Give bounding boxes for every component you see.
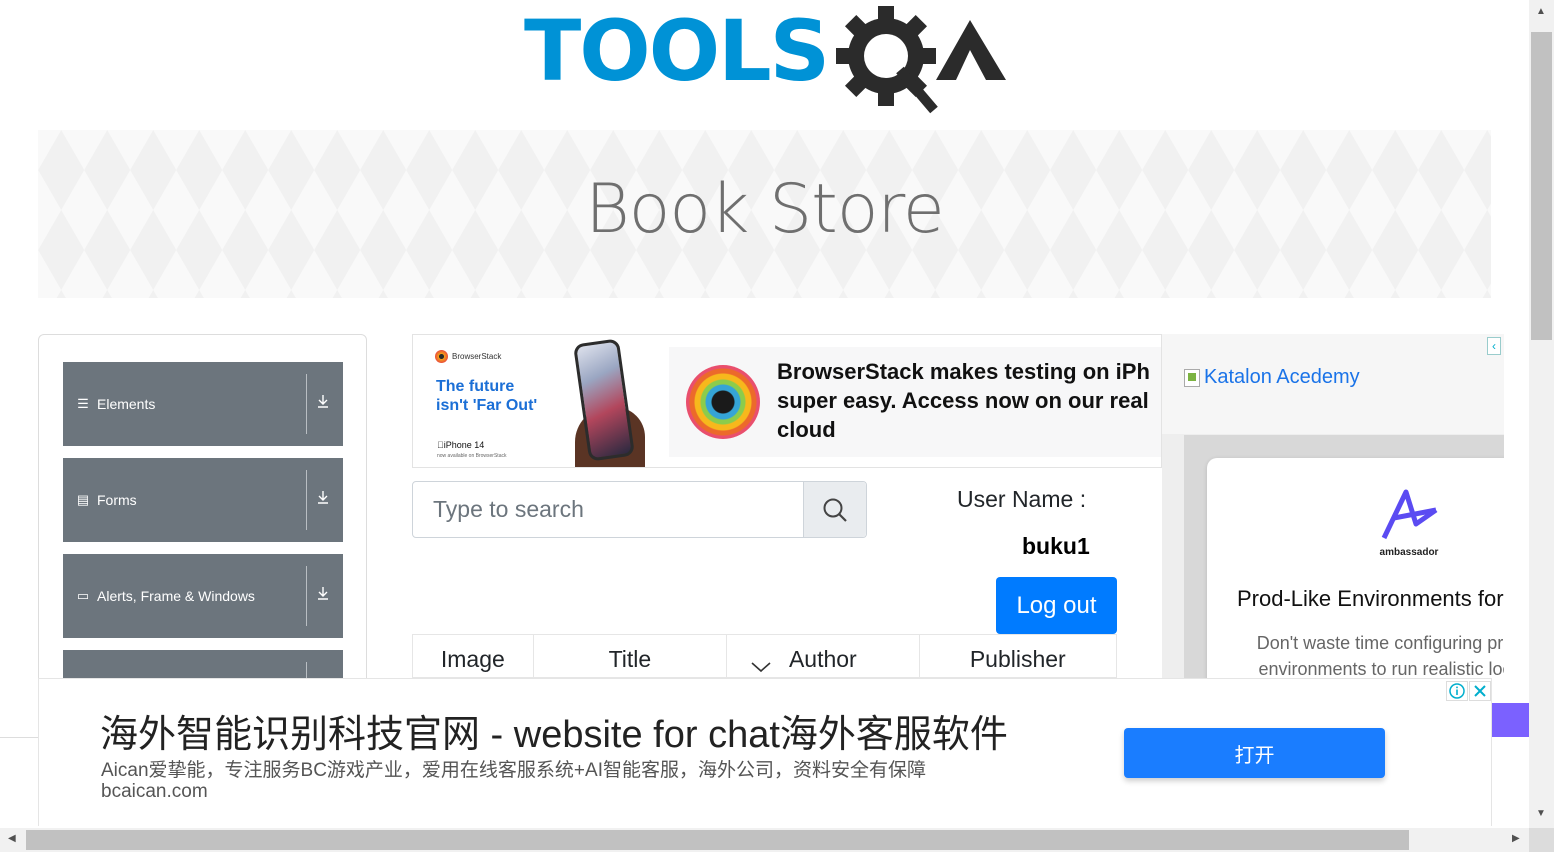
group-forms[interactable]: ▤ Forms (63, 458, 343, 542)
ad-card-body: Don't waste time configuring prod enviro… (1256, 633, 1504, 679)
broken-image-icon (1184, 368, 1200, 387)
ad-tagline: The future isn't 'Far Out' (436, 378, 538, 414)
divider (0, 737, 38, 738)
browserstack-ad[interactable]: BrowserStack The future isn't 'Far Out' … (412, 334, 1162, 468)
divider (306, 566, 307, 626)
ad-open-button[interactable]: 打开 (1124, 728, 1385, 778)
ad-text-panel: BrowserStack makes testing on iPh super … (669, 347, 1161, 457)
ad-info-icon[interactable] (1446, 681, 1468, 701)
form-icon: ▤ (76, 492, 90, 507)
group-alerts-frame-windows[interactable]: ▭ Alerts, Frame & Windows (63, 554, 343, 638)
horizontal-scrollbar-thumb[interactable] (26, 830, 1409, 850)
bottom-ad[interactable]: 海外智能识别科技官网 - website for chat海外客服软件 Aica… (38, 678, 1492, 826)
browserstack-logo-icon (435, 350, 448, 363)
window-icon: ▭ (76, 588, 90, 603)
divider (306, 470, 307, 530)
logo-text-tools: TOOLS (524, 4, 828, 100)
column-header-author[interactable]: Author (727, 635, 920, 677)
ambassador-brand: ambassador (1379, 547, 1439, 558)
search-input[interactable] (413, 482, 803, 537)
column-header-title[interactable]: Title (534, 635, 728, 677)
browserstack-logo-icon (686, 365, 760, 439)
search-button[interactable] (803, 482, 866, 537)
ad-close-icon[interactable] (1469, 681, 1491, 701)
divider (306, 374, 307, 434)
bottom-ad-url[interactable]: bcaican.com (101, 781, 208, 803)
side-ad[interactable]: Katalon Acedemy ‹ ambassador Prod-Like E… (1162, 334, 1504, 684)
download-arrow-icon (317, 586, 329, 603)
group-label: Elements (97, 396, 156, 412)
scroll-left-arrow-icon[interactable]: ◀ (8, 833, 16, 844)
ad-accent-strip (1492, 703, 1529, 737)
group-label: Forms (97, 492, 137, 508)
ad-device-sub: now available on BrowserStack (437, 453, 507, 459)
group-label: Alerts, Frame & Windows (97, 588, 255, 604)
ad-headline: BrowserStack makes testing on iPh super … (777, 359, 1150, 442)
download-arrow-icon (317, 490, 329, 507)
search-box (412, 481, 867, 538)
page-title: Book Store (585, 170, 944, 249)
scroll-right-arrow-icon[interactable]: ▶ (1512, 833, 1520, 844)
scroll-up-arrow-icon[interactable]: ▲ (1536, 6, 1546, 17)
ad-collapse-icon[interactable]: ‹ (1487, 337, 1501, 355)
bottom-ad-headline[interactable]: 海外智能识别科技官网 - website for chat海外客服软件 (100, 703, 1008, 758)
username-value: buku1 (1022, 533, 1090, 559)
column-header-image[interactable]: Image (413, 635, 534, 677)
group-widgets[interactable] (63, 650, 343, 680)
hamburger-icon: ☰ (77, 396, 89, 411)
toolsqa-logo[interactable]: TOOLS (524, 4, 1014, 116)
ad-device: iPhone 14 (437, 440, 484, 450)
search-icon (823, 498, 847, 522)
scroll-down-arrow-icon[interactable]: ▼ (1536, 808, 1546, 819)
books-table-header: Image Title Author Publisher (412, 634, 1117, 678)
ad-creative: BrowserStack The future isn't 'Far Out' … (413, 335, 663, 467)
column-header-publisher[interactable]: Publisher (920, 635, 1116, 677)
ambassador-logo-icon (1381, 489, 1438, 540)
ad-card-title: Prod-Like Environments for (1237, 586, 1504, 611)
apple-icon:  (437, 440, 444, 450)
page-banner: Book Store (38, 130, 1491, 298)
bottom-ad-description: Aican爱挚能，专注服务BC游戏产业，爱用在线客服系统+AI智能客服，海外公司… (101, 760, 926, 781)
logout-button[interactable]: Log out (996, 577, 1117, 634)
chevron-down-icon (751, 662, 771, 673)
logo-a-shape (936, 20, 1006, 80)
username-label: User Name : (957, 486, 1087, 512)
download-arrow-icon (317, 394, 329, 411)
group-elements[interactable]: ☰ Elements (63, 362, 343, 446)
scrollbar-corner (1529, 828, 1554, 852)
gear-icon (836, 6, 938, 114)
katalon-ad-link[interactable]: Katalon Acedemy (1184, 366, 1360, 389)
vertical-scrollbar-thumb[interactable] (1531, 32, 1552, 340)
ambassador-ad-card[interactable]: ambassador Prod-Like Environments for Do… (1207, 458, 1504, 684)
left-panel: ☰ Elements ▤ Forms ▭ Alerts, Frame & Win… (38, 334, 367, 694)
ad-brand: BrowserStack (435, 350, 501, 363)
